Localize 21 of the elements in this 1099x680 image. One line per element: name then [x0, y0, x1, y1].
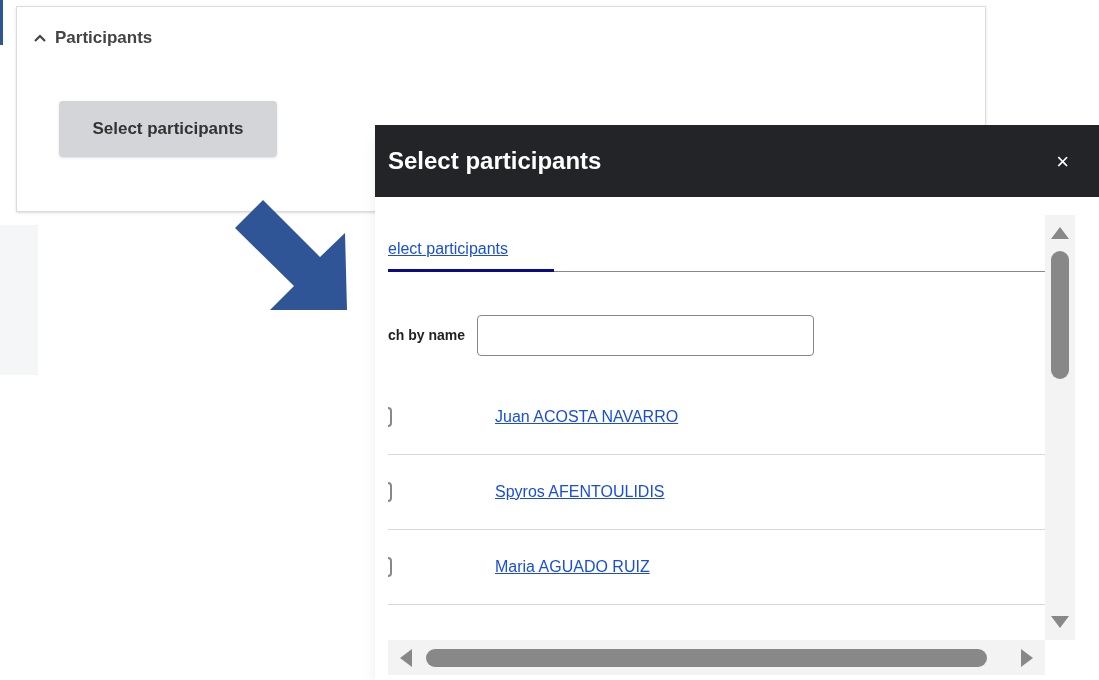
search-label: ch by name — [388, 326, 466, 345]
scroll-up-icon[interactable] — [1051, 227, 1069, 239]
section-toggle[interactable]: Participants — [33, 25, 153, 51]
scroll-left-icon[interactable] — [400, 648, 412, 667]
scroll-thumb[interactable] — [1051, 251, 1069, 379]
select-participants-button[interactable]: Select participants — [59, 100, 277, 157]
tab[interactable]: elect participants — [388, 215, 554, 272]
horizontal-scrollbar[interactable] — [388, 640, 1045, 675]
vertical-scrollbar[interactable] — [1045, 215, 1075, 640]
participant-link[interactable]: Spyros AFENTOULIDIS — [495, 480, 665, 504]
dialog-title: Select participants — [388, 146, 602, 176]
scroll-down-icon[interactable] — [1051, 616, 1069, 628]
side-strip — [0, 0, 3, 45]
search-field[interactable] — [477, 315, 815, 356]
scroll-right-icon[interactable] — [1021, 648, 1033, 667]
scroll-thumb[interactable] — [426, 648, 987, 667]
participant-link[interactable]: Juan ACOSTA NAVARRO — [495, 405, 679, 429]
arrow-icon — [235, 200, 350, 312]
participant-link[interactable]: Maria AGUADO RUIZ — [495, 555, 650, 579]
close-button[interactable]: × — [1056, 144, 1069, 178]
chevron-icon — [33, 32, 47, 43]
